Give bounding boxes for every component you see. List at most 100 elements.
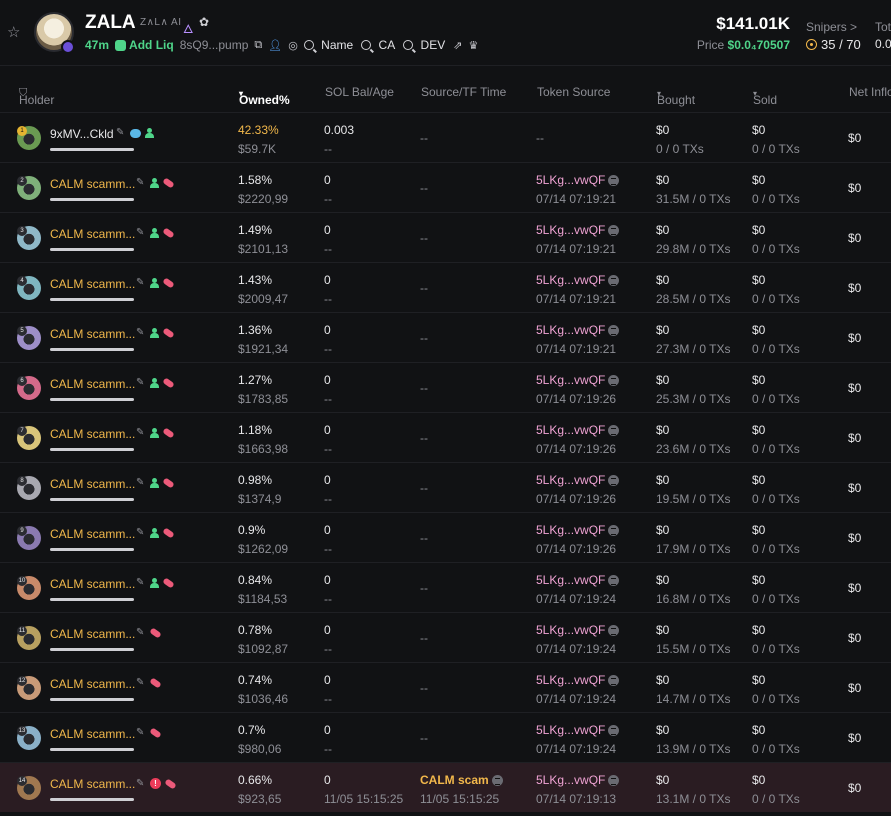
table-row[interactable]: 2 CALM scamm... ✎ 1.58% $2220,99 0 -- -- 5LKg...… bbox=[0, 162, 891, 212]
token-source-cell[interactable]: 5LKg...vwQF 07/14 07:19:26 bbox=[536, 373, 620, 406]
edit-icon[interactable]: ✎ bbox=[136, 628, 146, 638]
table-row[interactable]: 11 CALM scamm... ✎ 0.78% $1092,87 0 -- -- 5LKg..… bbox=[0, 612, 891, 662]
token-source-link[interactable]: 5LKg...vwQF bbox=[536, 323, 620, 337]
sol-cell: 0 -- bbox=[324, 423, 332, 456]
token-source-cell[interactable]: 5LKg...vwQF 07/14 07:19:26 bbox=[536, 523, 620, 556]
edit-icon[interactable]: ✎ bbox=[136, 178, 146, 188]
edit-icon[interactable]: ✎ bbox=[136, 378, 146, 388]
col-bought[interactable]: Bought ▾ bbox=[657, 85, 695, 107]
holder-name[interactable]: CALM scamm... bbox=[50, 227, 135, 241]
copy-icon[interactable]: ⧉ bbox=[254, 39, 262, 52]
sold-usd: $0 bbox=[752, 673, 766, 687]
edit-icon[interactable]: ✎ bbox=[136, 728, 146, 738]
holder-name[interactable]: 9xMV...Ckld bbox=[50, 127, 114, 141]
token-source-link[interactable]: 5LKg...vwQF bbox=[536, 773, 620, 787]
token-source-link[interactable]: 5LKg...vwQF bbox=[536, 673, 620, 687]
table-row[interactable]: 4 CALM scamm... ✎ 1.43% $2009,47 0 -- -- 5LKg...… bbox=[0, 262, 891, 312]
token-source-link[interactable]: 5LKg...vwQF bbox=[536, 723, 620, 737]
table-row[interactable]: 7 CALM scamm... ✎ 1.18% $1663,98 0 -- -- 5LKg...… bbox=[0, 412, 891, 462]
edit-icon[interactable]: ✎ bbox=[136, 778, 146, 789]
col-sold[interactable]: Sold ▾ bbox=[753, 85, 777, 107]
edit-icon[interactable]: ✎ bbox=[136, 578, 146, 588]
token-source-cell[interactable]: 5LKg...vwQF 07/14 07:19:24 bbox=[536, 723, 620, 756]
token-source-link[interactable]: 5LKg...vwQF bbox=[536, 223, 620, 237]
col-source[interactable]: Source/TF Time bbox=[421, 85, 506, 99]
table-row[interactable]: 8 CALM scamm... ✎ 0.98% $1374,9 0 -- -- 5LKg...v… bbox=[0, 462, 891, 512]
edit-icon[interactable]: ✎ bbox=[136, 678, 146, 688]
token-source-link[interactable]: 5LKg...vwQF bbox=[536, 573, 620, 587]
col-token-source[interactable]: Token Source bbox=[537, 85, 610, 99]
token-source-link[interactable]: 5LKg...vwQF bbox=[536, 523, 620, 537]
snipers-label[interactable]: Snipers > bbox=[806, 20, 857, 34]
holder-name[interactable]: CALM scamm... bbox=[50, 477, 135, 491]
token-source-link[interactable]: 5LKg...vwQF bbox=[536, 373, 620, 387]
owned-cell: 0.78% $1092,87 bbox=[238, 623, 288, 656]
token-source-cell[interactable]: 5LKg...vwQF 07/14 07:19:24 bbox=[536, 673, 620, 706]
holder-name[interactable]: CALM scamm... bbox=[50, 677, 135, 691]
holder-name[interactable]: CALM scamm... bbox=[50, 777, 135, 791]
search-dev-link[interactable]: DEV bbox=[403, 38, 445, 52]
holder-name[interactable]: CALM scamm... bbox=[50, 527, 135, 541]
contract-address[interactable]: 8sQ9...pump bbox=[180, 38, 249, 52]
token-source-cell[interactable]: 5LKg...vwQF 07/14 07:19:24 bbox=[536, 623, 620, 656]
token-source-link[interactable]: 5LKg...vwQF bbox=[536, 623, 620, 637]
token-source-cell[interactable]: 5LKg...vwQF 07/14 07:19:13 bbox=[536, 773, 620, 806]
holder-name[interactable]: CALM scamm... bbox=[50, 377, 135, 391]
table-row[interactable]: 13 CALM scamm... ✎ 0.7% $980,06 0 -- -- 5LKg...v… bbox=[0, 712, 891, 762]
table-row[interactable]: 10 CALM scamm... ✎ 0.84% $1184,53 0 -- -- 5LKg..… bbox=[0, 562, 891, 612]
holder-name[interactable]: CALM scamm... bbox=[50, 277, 135, 291]
col-net-inflow[interactable]: Net Inflo bbox=[849, 85, 891, 99]
owned-cell: 1.43% $2009,47 bbox=[238, 273, 288, 306]
table-row[interactable]: 14 CALM scamm... ✎! 0.66% $923,65 0 11/05 15:1… bbox=[0, 762, 891, 812]
token-source-link[interactable]: 5LKg...vwQF bbox=[536, 423, 620, 437]
search-name-link[interactable]: Name bbox=[303, 38, 353, 52]
holder-name[interactable]: CALM scamm... bbox=[50, 327, 135, 341]
token-source-cell[interactable]: 5LKg...vwQF 07/14 07:19:21 bbox=[536, 223, 620, 256]
table-row[interactable]: 5 CALM scamm... ✎ 1.36% $1921,34 0 -- -- 5LKg...… bbox=[0, 312, 891, 362]
external-link-icon[interactable]: ⇗ bbox=[453, 39, 462, 52]
edit-icon[interactable]: ✎ bbox=[136, 428, 146, 438]
holder-name[interactable]: CALM scamm... bbox=[50, 427, 135, 441]
table-row[interactable]: 6 CALM scamm... ✎ 1.27% $1783,85 0 -- -- 5LKg...… bbox=[0, 362, 891, 412]
holder-name[interactable]: CALM scamm... bbox=[50, 727, 135, 741]
crown-icon[interactable]: ♛ bbox=[468, 39, 478, 52]
holder-name[interactable]: CALM scamm... bbox=[50, 627, 135, 641]
table-row[interactable]: 9 CALM scamm... ✎ 0.9% $1262,09 0 -- -- 5LKg...v… bbox=[0, 512, 891, 562]
favorite-star-icon[interactable]: ☆ bbox=[7, 25, 23, 41]
add-liq-button[interactable]: Add Liq bbox=[115, 38, 174, 52]
edit-icon[interactable]: ✎ bbox=[136, 328, 146, 338]
solana-icon[interactable]: ◎ bbox=[288, 39, 298, 52]
col-owned[interactable]: Owned% ▾ bbox=[239, 85, 290, 107]
user-icon[interactable]: 👤︎ bbox=[268, 39, 282, 52]
token-source-link[interactable]: 5LKg...vwQF bbox=[536, 273, 620, 287]
token-source-cell[interactable]: 5LKg...vwQF 07/14 07:19:26 bbox=[536, 473, 620, 506]
table-row[interactable]: 3 CALM scamm... ✎ 1.49% $2101,13 0 -- -- 5LKg...… bbox=[0, 212, 891, 262]
edit-icon[interactable]: ✎ bbox=[136, 228, 146, 238]
token-source-cell[interactable]: 5LKg...vwQF 07/14 07:19:21 bbox=[536, 173, 620, 206]
token-source-link[interactable]: 5LKg...vwQF bbox=[536, 173, 620, 187]
holder-name[interactable]: CALM scamm... bbox=[50, 177, 135, 191]
bought-tx: 28.5M / 0 TXs bbox=[656, 292, 731, 306]
sol-balance: 0 bbox=[324, 423, 331, 437]
wallet-age: -- bbox=[324, 642, 332, 656]
token-source-cell[interactable]: 5LKg...vwQF 07/14 07:19:21 bbox=[536, 273, 620, 306]
token-source-cell[interactable]: 5LKg...vwQF 07/14 07:19:24 bbox=[536, 573, 620, 606]
token-source-link[interactable]: 5LKg...vwQF bbox=[536, 473, 620, 487]
col-holder[interactable]: Holder ⛉ bbox=[19, 85, 54, 107]
table-row[interactable]: 1 9xMV...Ckld ✎ 42.33% $59.7K 0.003 -- -- -- $0 0 … bbox=[0, 112, 891, 162]
source-name[interactable]: CALM scam bbox=[420, 773, 503, 787]
price-label: Price bbox=[696, 38, 725, 52]
sold-usd: $0 bbox=[752, 523, 766, 537]
edit-icon[interactable]: ✎ bbox=[136, 528, 146, 538]
table-row[interactable]: 12 CALM scamm... ✎ 0.74% $1036,46 0 -- -- 5LKg..… bbox=[0, 662, 891, 712]
edit-icon[interactable]: ✎ bbox=[136, 278, 146, 288]
holder-name[interactable]: CALM scamm... bbox=[50, 577, 135, 591]
edit-icon[interactable]: ✎ bbox=[116, 128, 126, 138]
search-ca-link[interactable]: CA bbox=[361, 38, 395, 52]
token-source-cell[interactable]: 5LKg...vwQF 07/14 07:19:26 bbox=[536, 423, 620, 456]
source-cell: -- bbox=[420, 531, 428, 545]
col-sol-bal[interactable]: SOL Bal/Age bbox=[325, 85, 394, 99]
token-source-cell[interactable]: 5LKg...vwQF 07/14 07:19:21 bbox=[536, 323, 620, 356]
edit-icon[interactable]: ✎ bbox=[136, 478, 146, 488]
source-cell[interactable]: CALM scam 11/05 15:15:25 bbox=[420, 773, 503, 806]
